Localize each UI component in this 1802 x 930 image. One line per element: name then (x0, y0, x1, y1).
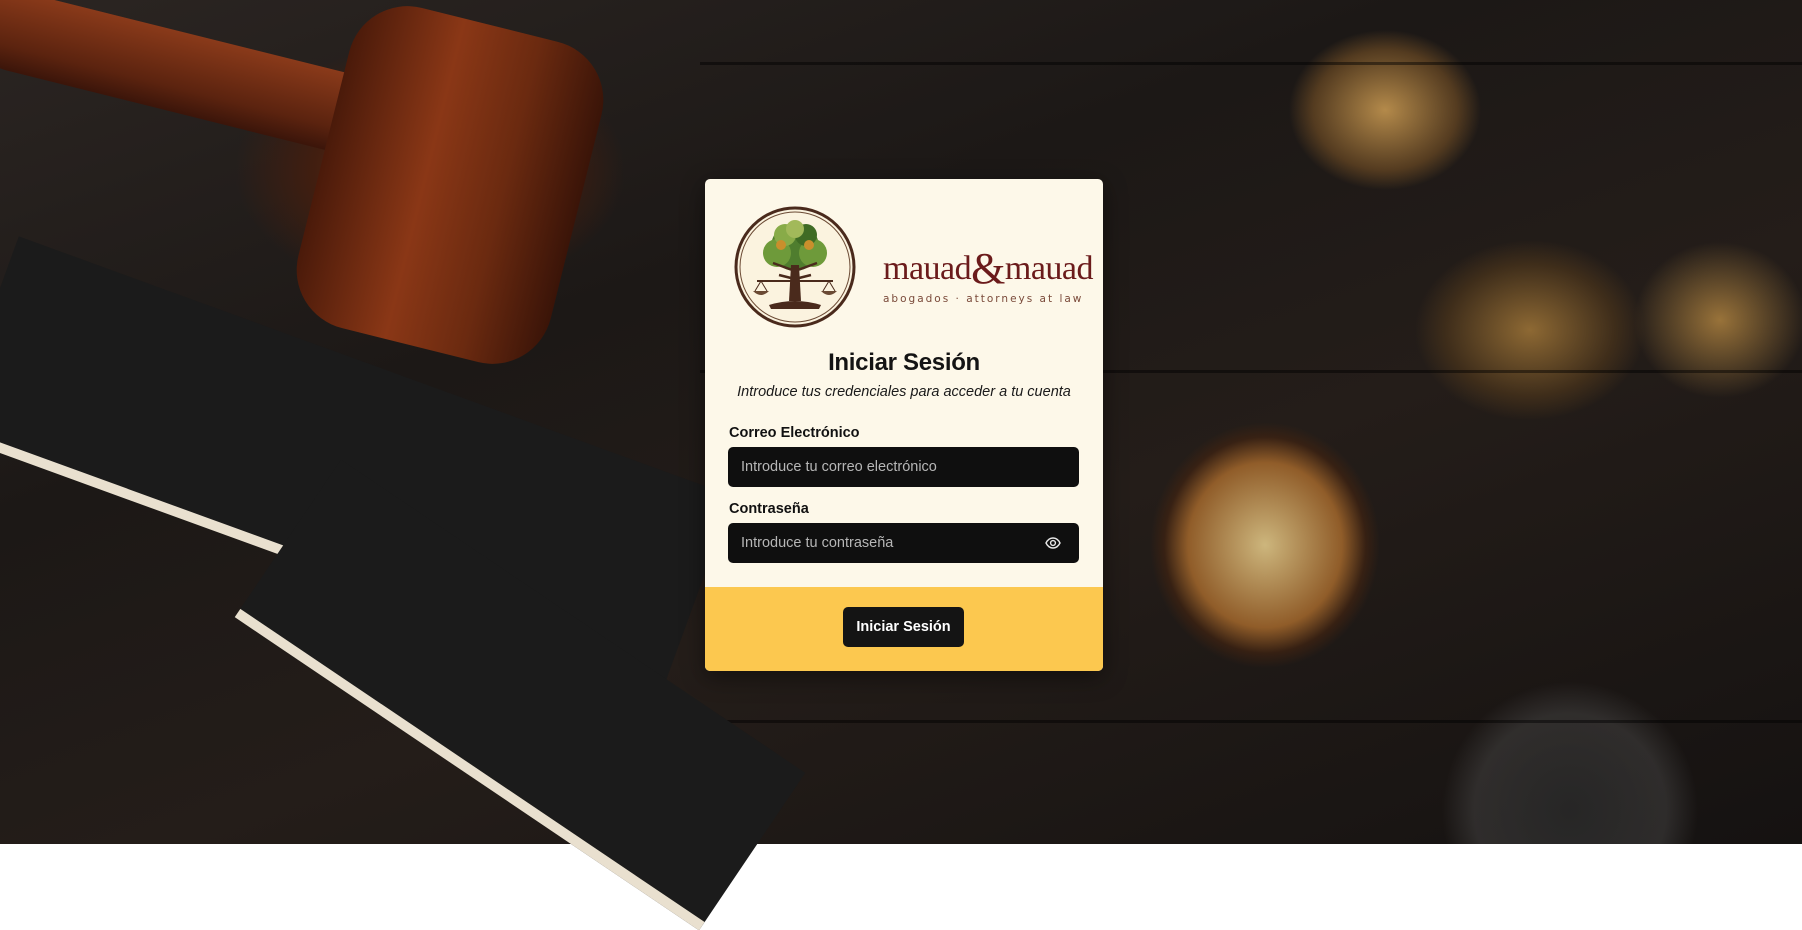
brand-name-right: mauad (1004, 250, 1094, 287)
brand-tagline: abogados · attorneys at law (883, 293, 1084, 305)
tree-scales-emblem-icon (734, 206, 856, 328)
login-footer: Iniciar Sesión (705, 587, 1103, 671)
brand-name: mauad&mauad (883, 244, 1094, 293)
email-field-container (728, 447, 1079, 487)
login-subtitle: Introduce tus credenciales para acceder … (737, 384, 1071, 400)
password-field[interactable] (728, 523, 1079, 563)
wood-plank-line (700, 62, 1802, 65)
wood-plank-line (700, 720, 1802, 723)
email-label: Correo Electrónico (729, 425, 860, 441)
login-submit-button[interactable]: Iniciar Sesión (843, 607, 964, 647)
eye-icon[interactable] (1045, 535, 1061, 551)
password-field-container (728, 523, 1079, 563)
brand-ampersand: & (971, 244, 1005, 293)
brand-wordmark: mauad&mauad abogados · attorneys at law (883, 244, 1094, 306)
login-card: mauad&mauad abogados · attorneys at law … (705, 179, 1103, 671)
brand-logo: mauad&mauad abogados · attorneys at law (733, 205, 1094, 329)
brand-name-left: mauad (883, 250, 972, 287)
gavel-head-decoration (283, 0, 617, 377)
password-label: Contraseña (729, 501, 809, 517)
email-field[interactable] (728, 447, 1079, 487)
login-title: Iniciar Sesión (828, 349, 980, 376)
